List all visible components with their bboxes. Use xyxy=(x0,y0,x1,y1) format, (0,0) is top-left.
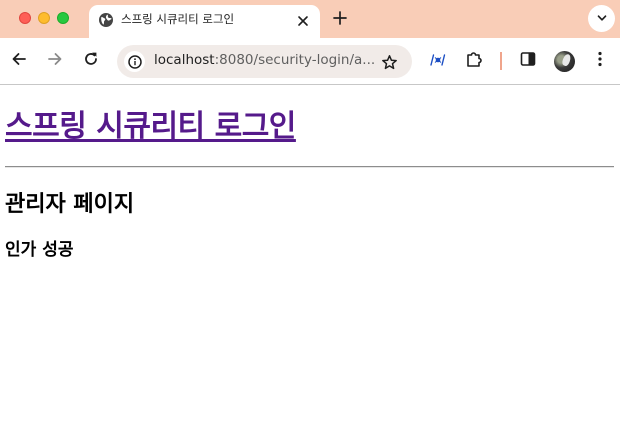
extensions-button[interactable] xyxy=(463,50,485,72)
page-content: 스프링 시큐리티 로그인 관리자 페이지 인가 성공 xyxy=(0,86,620,444)
tab-title: 스프링 시큐리티 로그인 xyxy=(121,12,235,26)
admin-page-heading: 관리자 페이지 xyxy=(5,192,135,217)
authorization-status: 인가 성공 xyxy=(5,240,74,260)
devtools-extension-icon xyxy=(429,52,447,71)
site-info-icon[interactable] xyxy=(124,51,145,72)
side-panel-icon xyxy=(520,51,536,71)
home-link-title[interactable]: 스프링 시큐리티 로그인 xyxy=(5,101,296,145)
tab-search-button[interactable] xyxy=(588,5,615,32)
forward-button[interactable] xyxy=(44,50,66,72)
zoom-window-button[interactable] xyxy=(57,12,69,24)
side-panel-button[interactable] xyxy=(517,50,539,72)
close-tab-icon[interactable] xyxy=(293,11,313,31)
close-window-button[interactable] xyxy=(19,12,31,24)
profile-avatar[interactable] xyxy=(554,51,575,72)
more-vertical-icon xyxy=(598,51,602,71)
arrow-right-icon xyxy=(47,51,63,71)
browser-menu-button[interactable] xyxy=(589,50,611,72)
minimize-window-button[interactable] xyxy=(38,12,50,24)
reload-icon xyxy=(83,51,99,71)
chevron-down-icon xyxy=(596,9,608,28)
url-path: :8080/security-login/a... xyxy=(214,52,376,68)
arrow-left-icon xyxy=(11,51,27,71)
extension-devtools-button[interactable] xyxy=(427,50,449,72)
browser-tab[interactable]: 스프링 시큐리티 로그인 xyxy=(89,5,320,38)
globe-icon xyxy=(98,12,114,28)
url-host: localhost xyxy=(154,52,215,68)
back-button[interactable] xyxy=(8,50,30,72)
toolbar-separator xyxy=(500,52,502,70)
horizontal-rule xyxy=(5,166,614,168)
tab-strip: 스프링 시큐리티 로그인 xyxy=(0,0,620,38)
bookmark-star-icon[interactable] xyxy=(379,52,399,72)
address-bar[interactable]: localhost:8080/security-login/a... xyxy=(117,45,412,78)
puzzle-piece-icon xyxy=(465,50,483,72)
browser-toolbar: localhost:8080/security-login/a... xyxy=(0,38,620,85)
reload-button[interactable] xyxy=(80,50,102,72)
new-tab-button[interactable] xyxy=(329,7,351,29)
url-text[interactable]: localhost:8080/security-login/a... xyxy=(154,52,376,68)
